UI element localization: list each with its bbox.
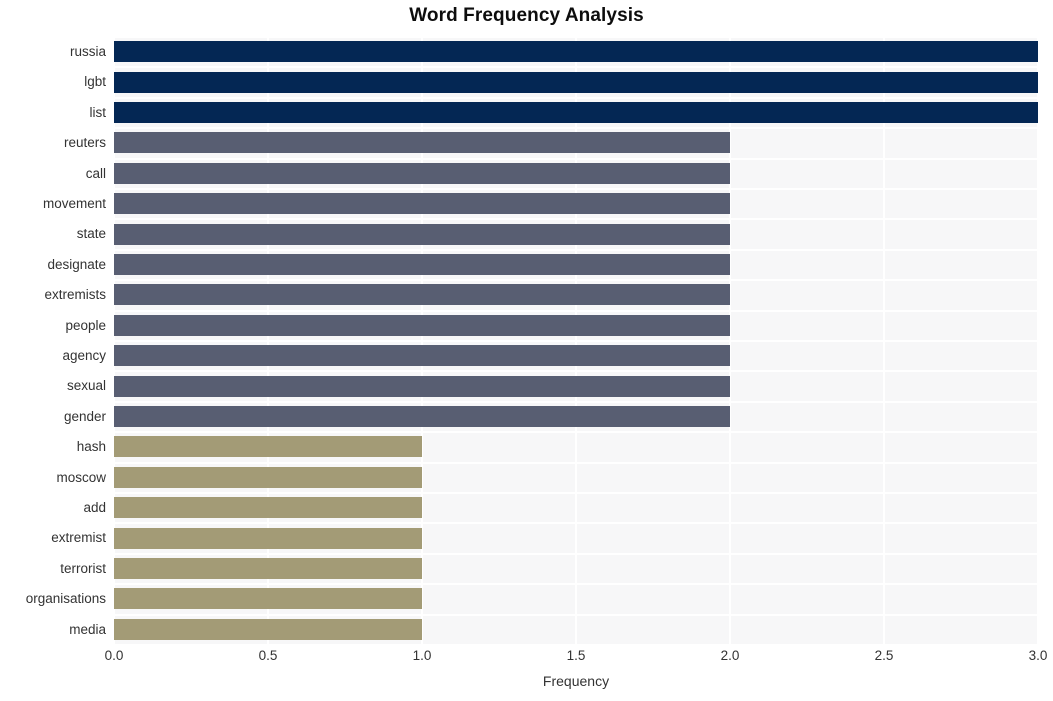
bar-row <box>114 584 1038 613</box>
y-tick-label: extremist <box>51 530 106 546</box>
bar-row <box>114 159 1038 188</box>
bar-row <box>114 402 1038 431</box>
bar-row <box>114 523 1038 552</box>
bar-call[interactable] <box>114 162 730 184</box>
bar-row <box>114 432 1038 461</box>
bar-row <box>114 98 1038 127</box>
y-tick-label: agency <box>62 348 106 363</box>
bar-row <box>114 341 1038 370</box>
bar-row <box>114 250 1038 279</box>
bar-row <box>114 189 1038 218</box>
y-tick-label: extremists <box>44 287 106 303</box>
x-tick-label: 0.0 <box>104 648 124 663</box>
y-tick-label: moscow <box>56 469 106 485</box>
bar-row <box>114 37 1038 66</box>
y-tick-label: list <box>89 104 107 120</box>
bar-extremists[interactable] <box>114 284 730 306</box>
y-tick-label: media <box>69 621 106 637</box>
x-tick-label: 2.5 <box>874 648 894 663</box>
bar-moscow[interactable] <box>114 466 422 488</box>
x-axis-tick-labels: 0.0 0.5 1.0 1.5 2.0 2.5 3.0 <box>0 648 1053 670</box>
bar-row <box>114 371 1038 400</box>
bar-list[interactable] <box>114 101 1038 123</box>
x-tick-label: 2.0 <box>720 648 740 663</box>
bar-media[interactable] <box>114 618 422 640</box>
bar-organisations[interactable] <box>114 588 422 610</box>
y-tick-label: gender <box>63 408 106 424</box>
y-tick-label: terrorist <box>60 560 106 576</box>
bar-gender[interactable] <box>114 405 730 427</box>
bar-row <box>114 615 1038 644</box>
bar-extremist[interactable] <box>114 527 422 549</box>
y-tick-label: people <box>65 317 106 333</box>
bar-people[interactable] <box>114 314 730 336</box>
y-tick-label: organisations <box>25 591 106 607</box>
y-tick-label: designate <box>47 256 106 272</box>
bar-row <box>114 463 1038 492</box>
bar-state[interactable] <box>114 223 730 245</box>
bar-row <box>114 311 1038 340</box>
bar-row <box>114 493 1038 522</box>
bar-row <box>114 554 1038 583</box>
y-tick-label: lgbt <box>84 74 106 90</box>
x-tick-label: 0.5 <box>258 648 278 663</box>
y-tick-label: add <box>83 500 106 515</box>
y-tick-label: sexual <box>66 378 106 394</box>
x-tick-label: 3.0 <box>1028 648 1048 663</box>
y-tick-label: hash <box>76 439 106 455</box>
y-tick-label: russia <box>69 44 106 59</box>
bar-movement[interactable] <box>114 193 730 215</box>
x-axis-title: Frequency <box>542 673 610 689</box>
y-tick-label: call <box>85 165 106 181</box>
bar-row <box>114 280 1038 309</box>
bar-agency[interactable] <box>114 345 730 367</box>
y-axis-tick-labels: russia lgbt list reuters call movement state de… <box>0 37 106 645</box>
bar-row <box>114 128 1038 157</box>
bar-row <box>114 219 1038 248</box>
y-tick-label: reuters <box>63 135 106 151</box>
chart-title: Word Frequency Analysis <box>409 5 644 26</box>
x-tick-label: 1.5 <box>566 648 586 663</box>
bar-russia[interactable] <box>114 41 1038 63</box>
x-tick-label: 1.0 <box>412 648 432 663</box>
bar-reuters[interactable] <box>114 132 730 154</box>
plot-area <box>113 36 1039 646</box>
bar-designate[interactable] <box>114 253 730 275</box>
bar-sexual[interactable] <box>114 375 730 397</box>
bar-terrorist[interactable] <box>114 557 422 579</box>
horizontal-gridline <box>114 644 1038 646</box>
bar-hash[interactable] <box>114 436 422 458</box>
bar-row <box>114 67 1038 96</box>
chart-figure: Word Frequency Analysis russia lgbt list re… <box>0 0 1053 701</box>
y-tick-label: movement <box>42 196 106 211</box>
y-tick-label: state <box>76 226 106 242</box>
bar-lgbt[interactable] <box>114 71 1038 93</box>
bar-add[interactable] <box>114 497 422 519</box>
